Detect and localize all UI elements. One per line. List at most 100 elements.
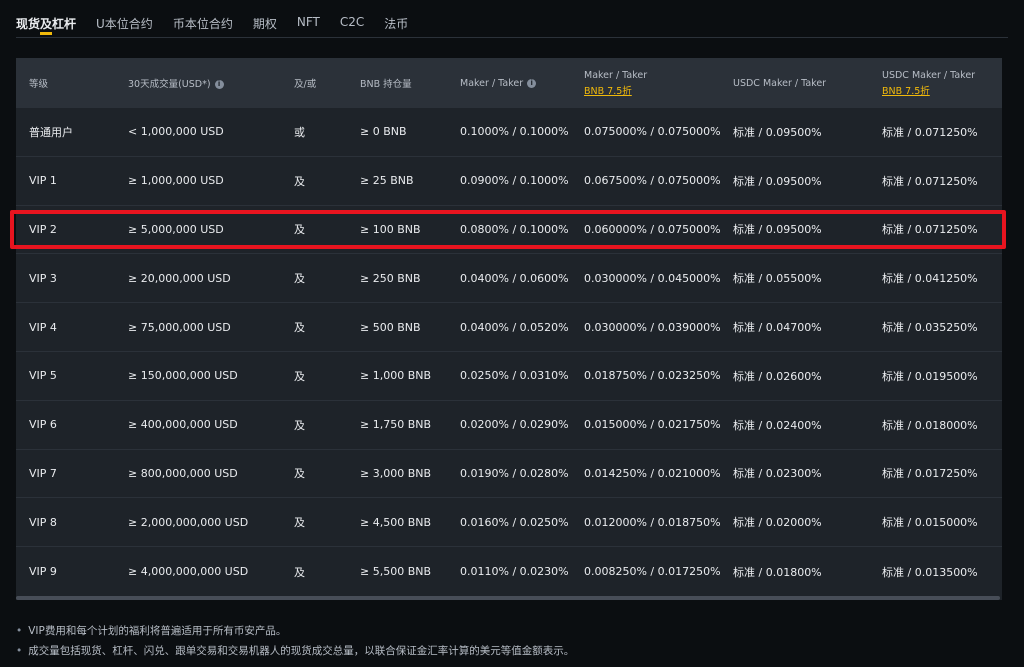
header-volume: 30天成交量(USD*) i — [128, 58, 224, 108]
cell-maker-taker: 0.0160% / 0.0250% — [460, 515, 569, 529]
table-row: VIP 4 ≥ 75,000,000 USD 及 ≥ 500 BNB 0.0400% /… — [16, 303, 1002, 352]
header-maker-taker-bnb: Maker / Taker BNB 7.5折 — [584, 69, 648, 97]
table-row: VIP 3 ≥ 20,000,000 USD 及 ≥ 250 BNB 0.0400% /… — [16, 254, 1002, 304]
table-row: 普通用户 < 1,000,000 USD 或 ≥ 0 BNB 0.1000% / 0.1… — [16, 108, 1002, 157]
header-level: 等级 — [29, 79, 49, 90]
header-bnb-holding: BNB 持仓量 — [360, 79, 412, 90]
bnb-discount-link[interactable]: BNB 7.5折 — [882, 83, 975, 97]
cell-volume: ≥ 2,000,000,000 USD — [128, 515, 249, 529]
cell-usdc-maker-taker-bnb: 标准 / 0.013500% — [882, 565, 978, 579]
scrollbar-thumb[interactable] — [16, 596, 1000, 600]
cell-and-or: 及 — [294, 223, 305, 237]
cell-maker-taker: 0.0110% / 0.0230% — [460, 565, 569, 579]
horizontal-scrollbar[interactable] — [16, 596, 1002, 600]
cell-bnb-holding: ≥ 100 BNB — [360, 222, 421, 236]
cell-usdc-maker-taker-bnb: 标准 / 0.041250% — [882, 272, 978, 286]
cell-usdc-maker-taker: 标准 / 0.02400% — [733, 418, 822, 432]
tab-options[interactable]: 期权 — [253, 0, 277, 38]
cell-volume: ≥ 1,000,000 USD — [128, 174, 224, 188]
cell-bnb-holding: ≥ 25 BNB — [360, 174, 414, 188]
cell-usdc-maker-taker: 标准 / 0.02600% — [733, 369, 822, 383]
tab-fiat[interactable]: 法币 — [384, 0, 408, 38]
cell-level: VIP 9 — [29, 565, 57, 579]
cell-maker-taker-bnb: 0.067500% / 0.075000% — [584, 174, 721, 188]
header-and-or: 及/或 — [294, 79, 317, 90]
footnote: • 成交量包括现货、杠杆、闪兑、跟单交易和交易机器人的现货成交总量，以联合保证金汇… — [16, 645, 575, 657]
table-row: VIP 2 ≥ 5,000,000 USD 及 ≥ 100 BNB 0.0800% / … — [16, 206, 1002, 255]
tab-nft[interactable]: NFT — [297, 0, 320, 38]
table-header: 等级 30天成交量(USD*) i 及/或 BNB 持仓量 Maker / Tak… — [16, 58, 1002, 108]
header-usdc-maker-taker-bnb: USDC Maker / Taker BNB 7.5折 — [882, 69, 976, 97]
cell-bnb-holding: ≥ 4,500 BNB — [360, 515, 432, 529]
cell-maker-taker-bnb: 0.060000% / 0.075000% — [584, 222, 721, 236]
cell-and-or: 及 — [294, 516, 305, 530]
cell-usdc-maker-taker-bnb: 标准 / 0.071250% — [882, 125, 978, 139]
cell-usdc-maker-taker-bnb: 标准 / 0.015000% — [882, 516, 978, 530]
fee-table: 等级 30天成交量(USD*) i 及/或 BNB 持仓量 Maker / Tak… — [16, 58, 1002, 596]
cell-volume: ≥ 800,000,000 USD — [128, 466, 238, 480]
cell-maker-taker-bnb: 0.008250% / 0.017250% — [584, 565, 721, 579]
cell-bnb-holding: ≥ 5,500 BNB — [360, 565, 432, 579]
cell-level: VIP 8 — [29, 515, 57, 529]
cell-level: VIP 4 — [29, 320, 57, 334]
cell-bnb-holding: ≥ 250 BNB — [360, 271, 421, 285]
cell-level: VIP 7 — [29, 466, 57, 480]
cell-volume: ≥ 5,000,000 USD — [128, 222, 224, 236]
cell-maker-taker: 0.0400% / 0.0520% — [460, 320, 569, 334]
cell-volume: ≥ 400,000,000 USD — [128, 418, 238, 432]
cell-maker-taker-bnb: 0.030000% / 0.045000% — [584, 271, 721, 285]
cell-volume: ≥ 4,000,000,000 USD — [128, 565, 249, 579]
cell-and-or: 及 — [294, 369, 305, 383]
table-row: VIP 7 ≥ 800,000,000 USD 及 ≥ 3,000 BNB 0.0190… — [16, 450, 1002, 499]
bullet-icon: • — [16, 625, 23, 637]
header-maker-taker: Maker / Taker i — [460, 58, 537, 108]
cell-and-or: 或 — [294, 125, 305, 139]
bnb-discount-link[interactable]: BNB 7.5折 — [584, 83, 647, 97]
cell-bnb-holding: ≥ 0 BNB — [360, 125, 407, 139]
cell-usdc-maker-taker-bnb: 标准 / 0.017250% — [882, 467, 978, 481]
tab-spot-margin[interactable]: 现货及杠杆 — [16, 0, 76, 38]
cell-and-or: 及 — [294, 321, 305, 335]
table-row: VIP 1 ≥ 1,000,000 USD 及 ≥ 25 BNB 0.0900% / 0… — [16, 157, 1002, 206]
cell-usdc-maker-taker: 标准 / 0.09500% — [733, 223, 822, 237]
cell-maker-taker-bnb: 0.075000% / 0.075000% — [584, 125, 721, 139]
cell-usdc-maker-taker: 标准 / 0.05500% — [733, 272, 822, 286]
cell-and-or: 及 — [294, 467, 305, 481]
cell-maker-taker: 0.0200% / 0.0290% — [460, 418, 569, 432]
table-row: VIP 9 ≥ 4,000,000,000 USD 及 ≥ 5,500 BNB 0.01… — [16, 547, 1002, 596]
cell-and-or: 及 — [294, 272, 305, 286]
cell-maker-taker: 0.0250% / 0.0310% — [460, 369, 569, 383]
cell-usdc-maker-taker-bnb: 标准 / 0.071250% — [882, 223, 978, 237]
cell-usdc-maker-taker-bnb: 标准 / 0.019500% — [882, 369, 978, 383]
cell-usdc-maker-taker: 标准 / 0.04700% — [733, 321, 822, 335]
cell-maker-taker: 0.0800% / 0.1000% — [460, 222, 569, 236]
cell-level: VIP 1 — [29, 174, 57, 188]
cell-and-or: 及 — [294, 174, 305, 188]
cell-maker-taker: 0.0900% / 0.1000% — [460, 174, 569, 188]
header-usdc-maker-taker: USDC Maker / Taker — [733, 77, 827, 89]
cell-bnb-holding: ≥ 3,000 BNB — [360, 466, 432, 480]
footnote: • VIP费用和每个计划的福利将普遍适用于所有币安产品。 — [16, 625, 287, 637]
cell-maker-taker-bnb: 0.014250% / 0.021000% — [584, 466, 721, 480]
tab-usdm-futures[interactable]: U本位合约 — [96, 0, 153, 38]
cell-bnb-holding: ≥ 1,000 BNB — [360, 369, 432, 383]
footnotes: • VIP费用和每个计划的福利将普遍适用于所有币安产品。 • 成交量包括现货、杠杆、… — [16, 624, 574, 664]
info-icon[interactable]: i — [214, 80, 224, 89]
tab-c2c[interactable]: C2C — [340, 0, 364, 38]
bullet-icon: • — [16, 645, 23, 657]
cell-maker-taker-bnb: 0.030000% / 0.039000% — [584, 320, 721, 334]
cell-volume: < 1,000,000 USD — [128, 125, 224, 139]
cell-level: VIP 5 — [29, 369, 57, 383]
cell-level: VIP 3 — [29, 271, 57, 285]
cell-usdc-maker-taker: 标准 / 0.02300% — [733, 467, 822, 481]
info-icon[interactable]: i — [527, 78, 537, 88]
cell-maker-taker-bnb: 0.012000% / 0.018750% — [584, 515, 721, 529]
product-tabs: 现货及杠杆 U本位合约 币本位合约 期权 NFT C2C 法币 — [16, 0, 1008, 38]
cell-level: VIP 2 — [29, 222, 57, 236]
cell-level: VIP 6 — [29, 418, 57, 432]
cell-bnb-holding: ≥ 500 BNB — [360, 320, 421, 334]
cell-volume: ≥ 150,000,000 USD — [128, 369, 238, 383]
cell-level: 普通用户 — [29, 125, 73, 139]
cell-maker-taker: 0.1000% / 0.1000% — [460, 125, 569, 139]
tab-coinm-futures[interactable]: 币本位合约 — [173, 0, 233, 38]
